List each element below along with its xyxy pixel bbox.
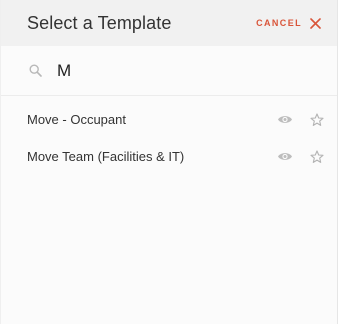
template-list: Move - Occupant Move Team (Facilities & … <box>1 101 337 175</box>
search-input[interactable] <box>57 60 297 81</box>
template-picker-panel: Select a Template CANCEL Move - Occupant <box>0 0 338 324</box>
eye-icon[interactable] <box>277 114 293 125</box>
template-label: Move Team (Facilities & IT) <box>27 149 185 164</box>
star-icon[interactable] <box>310 112 324 127</box>
cancel-label: CANCEL <box>256 18 302 28</box>
search-bar <box>1 46 337 96</box>
close-icon <box>310 17 321 29</box>
cancel-button[interactable]: CANCEL <box>256 17 321 29</box>
eye-icon[interactable] <box>277 151 293 162</box>
list-item[interactable]: Move Team (Facilities & IT) <box>1 138 337 175</box>
search-icon <box>29 64 42 77</box>
header-bar: Select a Template CANCEL <box>1 0 337 46</box>
page-title: Select a Template <box>27 12 172 33</box>
list-item[interactable]: Move - Occupant <box>1 101 337 138</box>
row-actions <box>277 112 324 127</box>
star-icon[interactable] <box>310 149 324 164</box>
row-actions <box>277 149 324 164</box>
template-label: Move - Occupant <box>27 112 126 127</box>
